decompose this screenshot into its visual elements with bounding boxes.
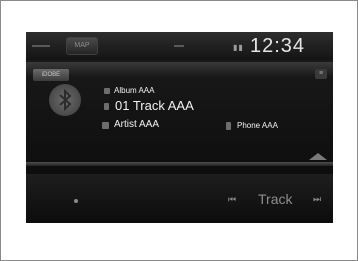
artist-name: Artist AAA	[114, 119, 160, 130]
audio-screen: MAP ▮▮ 12:34 iDOBE ≡ Album AAA 01 Track …	[26, 32, 333, 223]
album-name: Album AAA	[114, 86, 155, 95]
next-track-button[interactable]: ⏭	[313, 194, 321, 205]
source-bar	[26, 62, 333, 76]
clock: 12:34	[250, 35, 306, 57]
track-number-icon	[104, 103, 109, 110]
map-button[interactable]: MAP	[66, 37, 98, 55]
status-divider	[174, 45, 184, 47]
progress-knob[interactable]	[309, 153, 327, 160]
pager-dot	[74, 199, 78, 203]
status-bar: MAP ▮▮ 12:34	[26, 32, 333, 60]
status-divider	[32, 45, 50, 47]
signal-icon: ▮▮	[233, 43, 244, 52]
artist-icon	[102, 122, 109, 129]
progress-bar	[26, 162, 333, 166]
figure-frame: MAP ▮▮ 12:34 iDOBE ≡ Album AAA 01 Track …	[0, 0, 358, 261]
bluetooth-icon	[49, 84, 81, 116]
track-title: 01 Track AAA	[115, 98, 194, 113]
menu-icon[interactable]: ≡	[315, 69, 327, 79]
phone-name: Phone AAA	[237, 121, 278, 130]
source-tab[interactable]: iDOBE	[33, 69, 69, 81]
phone-icon	[226, 122, 231, 130]
previous-track-button[interactable]: ⏮	[228, 194, 236, 205]
album-icon	[104, 88, 110, 94]
track-label: Track	[258, 191, 293, 207]
